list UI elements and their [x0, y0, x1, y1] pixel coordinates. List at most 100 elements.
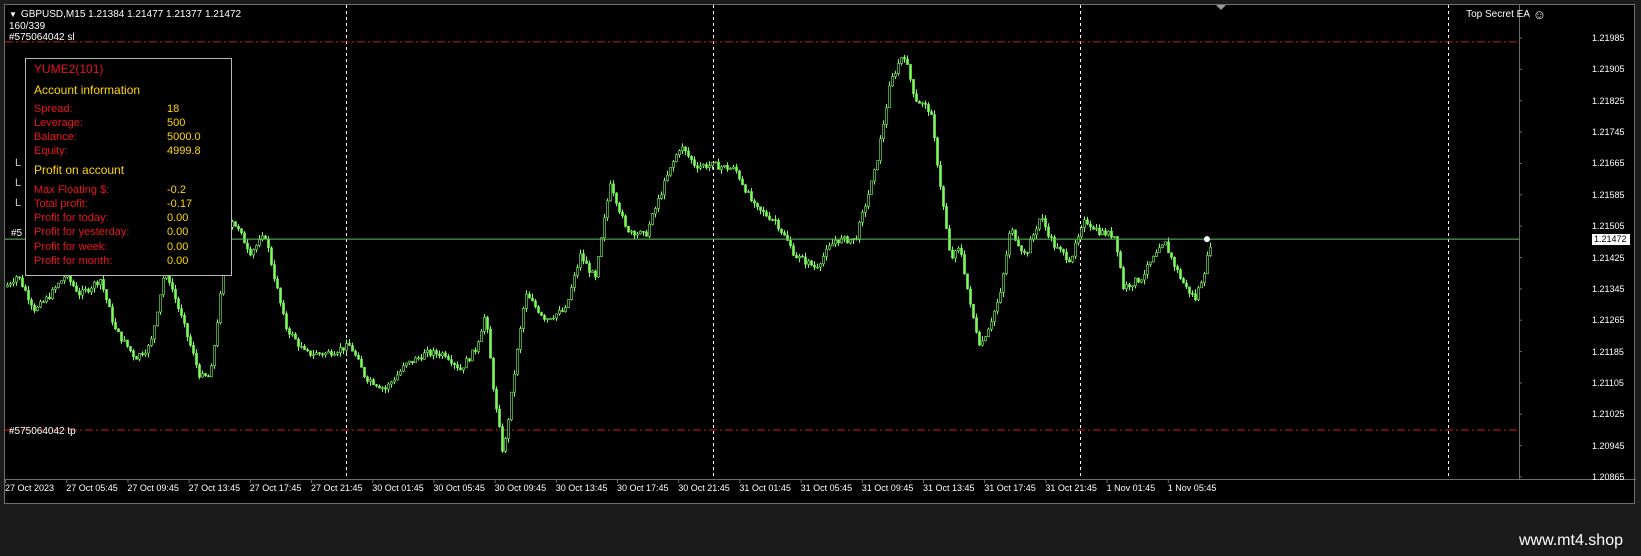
candle-body	[735, 166, 738, 172]
candle-body	[27, 290, 30, 301]
candle-body	[552, 317, 555, 320]
price-tick-label: 1.21905	[1592, 64, 1625, 75]
candle-body	[714, 161, 717, 164]
candle-body	[1161, 244, 1164, 248]
candle-body	[441, 352, 444, 357]
price-tick-label: 1.21985	[1592, 33, 1625, 43]
candle-body	[171, 282, 174, 290]
time-tick-label: 27 Oct 09:45	[127, 483, 179, 493]
candle-body	[597, 256, 600, 278]
candle-body	[1035, 228, 1038, 236]
candle-body	[546, 318, 549, 320]
candle-body	[882, 124, 885, 139]
account-info-panel: YUME2(101) Account information Spread: 1…	[25, 58, 232, 276]
candle-body	[912, 79, 915, 94]
candle-body	[492, 357, 495, 390]
candle-body	[198, 364, 201, 378]
candle-body	[738, 170, 741, 180]
candle-body	[618, 203, 621, 213]
dropdown-triangle-icon[interactable]: ▼	[9, 9, 17, 20]
candle-body	[1083, 219, 1086, 229]
profit-yesterday-value: 0.00	[167, 226, 189, 238]
candle-body	[612, 183, 615, 194]
candle-body	[663, 180, 666, 196]
price-tick-label: 1.21025	[1592, 409, 1625, 420]
candle-body	[630, 230, 633, 233]
price-tick-label: 1.21585	[1592, 189, 1625, 200]
candle-body	[972, 303, 975, 318]
equity-value: 4999.8	[167, 145, 201, 157]
candle-body	[1122, 267, 1125, 289]
candle-body	[39, 301, 42, 308]
candle-body	[348, 343, 351, 346]
candle-body	[264, 235, 267, 240]
candle-body	[120, 331, 123, 342]
candle-body	[1077, 236, 1080, 244]
candle-body	[708, 165, 711, 169]
candle-body	[1209, 246, 1212, 256]
candle-body	[393, 379, 396, 383]
candle-body	[123, 339, 126, 342]
candle-body	[1134, 277, 1137, 286]
candle-body	[777, 219, 780, 230]
candle-body	[675, 154, 678, 162]
candle-body	[654, 208, 657, 215]
max-floating-value: -0.2	[167, 184, 186, 196]
candle-body	[1008, 233, 1011, 256]
max-floating-label: Max Floating $:	[34, 184, 110, 196]
candle-body	[1047, 226, 1050, 237]
smiley-icon[interactable]: ☺	[1533, 8, 1546, 21]
candle-body	[141, 353, 144, 356]
candle-body	[966, 273, 969, 290]
candle-body	[360, 358, 363, 368]
candle-body	[504, 438, 507, 452]
candle-body	[885, 107, 888, 125]
candle-body	[387, 383, 390, 390]
candle-body	[795, 255, 798, 259]
time-tick-label: 27 Oct 2023	[5, 483, 55, 493]
candle-body	[234, 221, 237, 227]
candle-body	[1197, 287, 1200, 300]
candle-body	[699, 165, 702, 169]
expert-advisor-name[interactable]: Top Secret EA	[1466, 9, 1530, 20]
candle-body	[1152, 256, 1155, 263]
candle-body	[531, 297, 534, 302]
candle-body	[750, 191, 753, 202]
candle-body	[126, 339, 129, 347]
candle-body	[354, 350, 357, 356]
candle-body	[432, 350, 435, 356]
candle-body	[990, 321, 993, 330]
candle-body	[243, 232, 246, 244]
price-chart[interactable]	[5, 5, 1636, 505]
candle-body	[894, 73, 897, 77]
candle-body	[384, 387, 387, 390]
candle-body	[330, 351, 333, 356]
candle-body	[594, 270, 597, 278]
candle-body	[1173, 257, 1176, 267]
price-tick-label: 1.21345	[1592, 283, 1625, 294]
candle-body	[789, 240, 792, 247]
candle-body	[270, 247, 273, 265]
candle-body	[1089, 223, 1092, 228]
candle-body	[1005, 254, 1008, 274]
candle-body	[1050, 236, 1053, 238]
candle-body	[774, 219, 777, 221]
candle-body	[537, 306, 540, 313]
candle-body	[435, 350, 438, 355]
candle-body	[540, 312, 543, 316]
candle-body	[621, 211, 624, 217]
candle-body	[219, 293, 222, 323]
account-information-heading: Account information	[34, 83, 141, 97]
candle-body	[648, 224, 651, 237]
candle-body	[891, 76, 894, 87]
candle-body	[357, 354, 360, 360]
time-tick-label: 30 Oct 13:45	[555, 483, 608, 493]
candle-body	[444, 352, 447, 357]
candle-body	[798, 255, 801, 259]
candle-body	[669, 167, 672, 176]
chart-window[interactable]: ▼ GBPUSD,M15 1.21384 1.21477 1.21377 1.21…	[4, 4, 1636, 505]
candle-body	[114, 321, 117, 330]
candle-body	[600, 237, 603, 257]
candle-body	[864, 206, 867, 213]
shift-marker-icon[interactable]	[1216, 5, 1226, 10]
